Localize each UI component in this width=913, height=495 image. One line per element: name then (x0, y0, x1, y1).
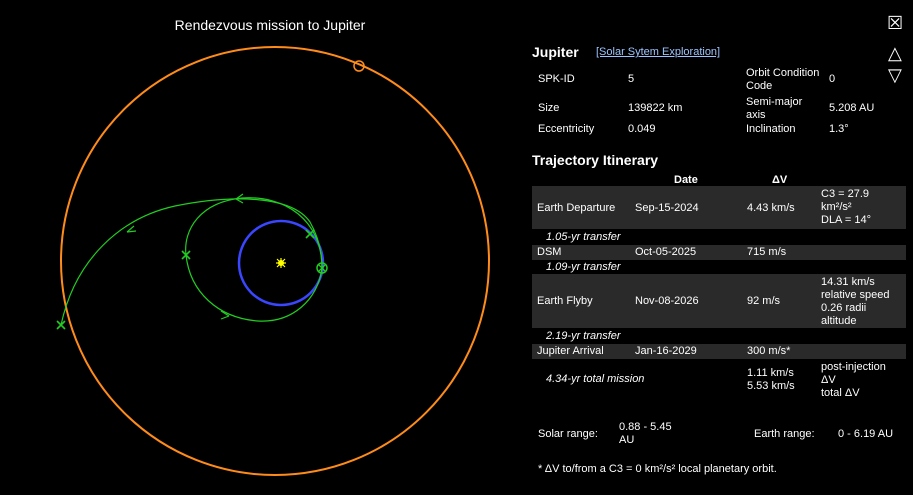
arrival-marker (56, 320, 66, 330)
inclination-label: Inclination (746, 123, 796, 135)
dv-header: ΔV (772, 174, 788, 186)
post-injection-dv: 1.11 km/s (747, 367, 794, 379)
itinerary-row-dsm: DSM Oct-05-2025 715 m/s (532, 245, 906, 260)
plot-title: Rendezvous mission to Jupiter (174, 17, 366, 33)
spk-id-value: 5 (628, 73, 635, 85)
eccentricity-label: Eccentricity (538, 123, 595, 135)
trajectory-arrow-1 (126, 225, 137, 233)
size-value: 139822 km (628, 102, 683, 114)
size-label: Size (538, 102, 560, 114)
transfer-label: 1.09-yr transfer (546, 261, 621, 273)
post-injection-label: post-injection (821, 361, 886, 373)
itinerary-title: Trajectory Itinerary (532, 152, 659, 168)
event-date: Oct-05-2025 (635, 246, 697, 258)
event-dv: 4.43 km/s (747, 202, 795, 214)
event-date: Nov-08-2026 (635, 295, 699, 307)
solar-range-label: Solar range: (538, 428, 598, 440)
event-note: C3 = 27.9 (821, 188, 870, 200)
event-note: 0.26 radii (821, 302, 867, 314)
event-note: relative speed (821, 289, 890, 301)
event-note: 14.31 km/s (821, 276, 875, 288)
event-name: Jupiter Arrival (537, 345, 604, 357)
down-arrow-icon[interactable]: ▽ (888, 66, 902, 84)
itinerary-row-departure: Earth Departure Sep-15-2024 4.43 km/s C3… (532, 186, 906, 229)
jupiter-orbit (60, 46, 490, 476)
event-name: DSM (537, 246, 562, 258)
event-dv: 92 m/s (747, 295, 781, 307)
eccentricity-value: 0.049 (628, 123, 656, 135)
body-name: Jupiter (532, 44, 579, 60)
orbit-condition-label: Orbit Condition Code (746, 67, 820, 92)
total-dv: 5.53 km/s (747, 380, 795, 392)
inclination-value: 1.3° (829, 123, 849, 135)
transfer-label: 1.05-yr transfer (546, 231, 621, 243)
orbit-condition-value: 0 (829, 73, 836, 85)
solar-system-link[interactable]: [Solar Sytem Exploration] (596, 46, 720, 58)
solar-range-value: 0.88 - 5.45 (619, 421, 672, 433)
event-name: Earth Departure (537, 202, 616, 214)
event-dv: 300 m/s* (747, 345, 791, 357)
post-injection-label: ΔV (821, 374, 836, 386)
transfer-label: 2.19-yr transfer (546, 330, 621, 342)
event-note: DLA = 14° (821, 214, 871, 226)
itinerary-row-flyby: Earth Flyby Nov-08-2026 92 m/s 14.31 km/… (532, 274, 906, 328)
transfer-loop-1 (185, 197, 323, 322)
solar-range-unit: AU (619, 434, 635, 446)
semimajor-value: 5.208 AU (829, 102, 875, 114)
earth-range-value: 0 - 6.19 AU (838, 428, 894, 440)
event-date: Jan-16-2029 (635, 345, 697, 357)
event-dv: 715 m/s (747, 246, 787, 258)
close-icon[interactable]: ☒ (887, 14, 905, 32)
earth-range-label: Earth range: (754, 428, 815, 440)
sun-rays (276, 258, 286, 268)
footnote: * ΔV to/from a C3 = 0 km²/s² local plane… (538, 463, 777, 475)
total-mission-label: 4.34-yr total mission (546, 373, 645, 385)
total-dv-label: total ΔV (821, 387, 860, 399)
event-date: Sep-15-2024 (635, 202, 699, 214)
date-header: Date (674, 174, 698, 186)
event-name: Earth Flyby (537, 295, 593, 307)
up-arrow-icon[interactable]: △ (888, 44, 902, 62)
event-note: km²/s² (821, 201, 852, 213)
itinerary-row-arrival: Jupiter Arrival Jan-16-2029 300 m/s* (532, 344, 906, 359)
event-note: altitude (821, 315, 857, 327)
spk-id-label: SPK-ID (538, 73, 575, 85)
semimajor-label: Semi-major axis (746, 96, 803, 121)
orbit-plot (56, 46, 490, 476)
